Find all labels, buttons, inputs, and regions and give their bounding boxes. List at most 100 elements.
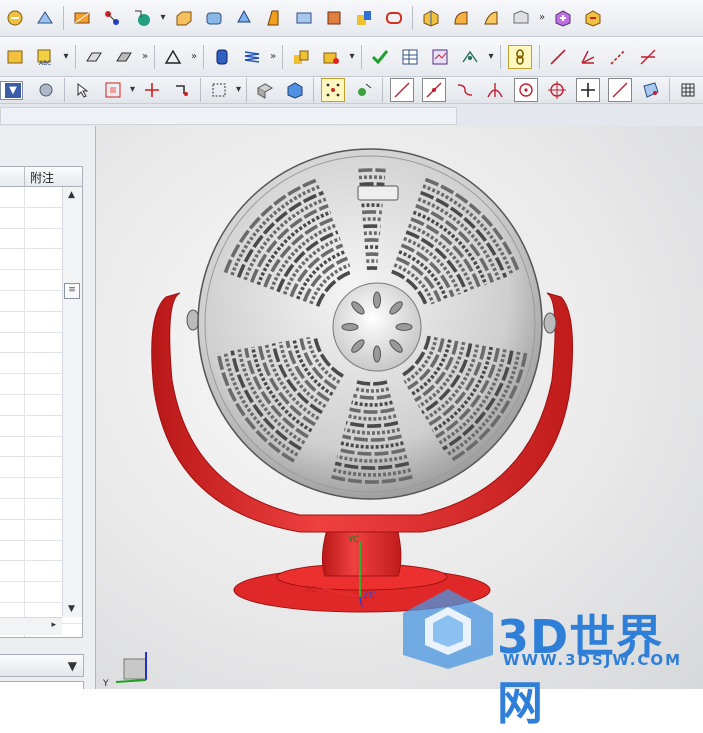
- point-snap-icon[interactable]: [321, 78, 345, 102]
- split-body-icon[interactable]: [320, 46, 342, 68]
- curve-point-icon[interactable]: [422, 78, 446, 102]
- hub-vent-slot: [374, 292, 381, 308]
- hub-vent-slot: [374, 346, 381, 362]
- more-arrow-icon[interactable]: ▾: [236, 86, 241, 94]
- toolbar-separator: [75, 45, 76, 69]
- point-icon[interactable]: [101, 7, 123, 29]
- revolve-icon[interactable]: [293, 7, 315, 29]
- trim-body-icon[interactable]: [290, 46, 312, 68]
- assembly-add-icon[interactable]: [552, 7, 574, 29]
- selection-filter-dropdown[interactable]: ▼: [0, 81, 23, 100]
- scroll-right-icon[interactable]: ▸: [51, 620, 56, 630]
- scroll-up-icon[interactable]: ▲: [68, 190, 75, 200]
- column-header-notes[interactable]: 附注: [30, 169, 54, 186]
- triad-x-axis: [116, 680, 146, 682]
- toolbar-separator: [313, 78, 314, 102]
- dashed-line-icon[interactable]: [607, 46, 629, 68]
- plus-point-icon[interactable]: [576, 78, 600, 102]
- navigator-vertical-scrollbar[interactable]: ▲ ≡ ▼: [62, 187, 82, 617]
- pocket-icon[interactable]: [383, 7, 405, 29]
- rotate-icon[interactable]: [141, 79, 163, 101]
- line-icon[interactable]: [547, 46, 569, 68]
- block-icon[interactable]: [173, 7, 195, 29]
- grid-icon[interactable]: [677, 79, 699, 101]
- center-point-icon[interactable]: [514, 78, 538, 102]
- hub-vent-slot: [396, 324, 412, 331]
- shaded-icon[interactable]: [254, 79, 276, 101]
- zoom-box-icon[interactable]: [208, 79, 230, 101]
- on-curve-icon[interactable]: [608, 78, 632, 102]
- toolbar-row-1: ▾ »: [0, 0, 703, 37]
- toolbar-separator: [200, 78, 201, 102]
- details-section-header[interactable]: ▼: [0, 654, 84, 677]
- edge-blend-icon[interactable]: [420, 7, 442, 29]
- cylinder-icon[interactable]: [203, 7, 225, 29]
- draft-icon[interactable]: [510, 7, 532, 29]
- more-arrow-icon[interactable]: ▾: [348, 53, 356, 61]
- end-point-icon[interactable]: [353, 79, 375, 101]
- analysis-icon[interactable]: [429, 46, 451, 68]
- datum-icon[interactable]: [34, 7, 56, 29]
- toolbar-separator: [282, 45, 283, 69]
- abc-note-icon[interactable]: ABC: [34, 46, 56, 68]
- navigator-horizontal-scrollbar[interactable]: ▸: [0, 617, 62, 635]
- mid-point-icon[interactable]: [390, 78, 414, 102]
- hole-icon[interactable]: [323, 7, 345, 29]
- more-arrow-icon[interactable]: ▾: [130, 86, 135, 94]
- quadrant-icon[interactable]: [546, 79, 568, 101]
- intersection-icon[interactable]: [454, 79, 476, 101]
- toolbar-row-3: ▼ ▾ ▾: [0, 77, 703, 104]
- curve-icon[interactable]: [131, 7, 153, 29]
- chain-link-icon[interactable]: [508, 45, 532, 69]
- snap-cursor-icon[interactable]: [72, 79, 94, 101]
- measure-icon[interactable]: [459, 46, 481, 68]
- scroll-thumb[interactable]: ≡: [64, 283, 80, 299]
- face-point-icon[interactable]: [640, 79, 662, 101]
- column-divider[interactable]: [24, 167, 25, 186]
- more-arrow-icon[interactable]: »: [141, 53, 149, 61]
- more-arrow-icon[interactable]: ▾: [62, 53, 70, 61]
- thicken-icon[interactable]: [113, 46, 135, 68]
- selection-filter-icon[interactable]: [284, 79, 306, 101]
- more-arrow-icon[interactable]: »: [190, 53, 198, 61]
- assembly-component-icon[interactable]: [582, 7, 604, 29]
- grille-slot: [358, 170, 385, 171]
- table-info-icon[interactable]: [399, 46, 421, 68]
- chevron-down-icon[interactable]: ▼: [68, 659, 77, 673]
- toolbar-separator: [154, 45, 155, 69]
- more-arrow-icon[interactable]: ▾: [159, 14, 167, 22]
- mesh-icon[interactable]: [211, 46, 233, 68]
- orient-view-icon[interactable]: [4, 7, 26, 29]
- more-arrow-icon[interactable]: ▾: [487, 53, 495, 61]
- text-stamp-icon[interactable]: [4, 46, 26, 68]
- render-style-icon[interactable]: [35, 79, 57, 101]
- chamfer-icon[interactable]: [450, 7, 472, 29]
- triangle-sketch-icon[interactable]: [162, 46, 184, 68]
- pivot-knob-right: [544, 313, 556, 333]
- check-geometry-icon[interactable]: [369, 46, 391, 68]
- sketch-icon[interactable]: [71, 7, 93, 29]
- plane-cross-icon[interactable]: [637, 46, 659, 68]
- sphere-icon[interactable]: [233, 7, 255, 29]
- dependencies-section-header[interactable]: [0, 681, 84, 689]
- boss-icon[interactable]: [353, 7, 375, 29]
- spring-icon[interactable]: [241, 46, 263, 68]
- more-arrow-icon[interactable]: »: [538, 14, 546, 22]
- axis-triad-icon[interactable]: [577, 46, 599, 68]
- pivot-knob-left: [187, 310, 199, 330]
- grille-handle: [358, 186, 398, 200]
- more-arrow-icon[interactable]: »: [269, 53, 277, 61]
- extrude-icon[interactable]: [263, 7, 285, 29]
- fit-view-icon[interactable]: [102, 79, 124, 101]
- navigator-column-header[interactable]: 附注: [0, 167, 82, 187]
- toolbar-separator: [203, 45, 204, 69]
- toolbar-separator: [361, 45, 362, 69]
- shell-icon[interactable]: [480, 7, 502, 29]
- grille-slot: [360, 184, 385, 185]
- tangent-icon[interactable]: [484, 79, 506, 101]
- scroll-down-icon[interactable]: ▼: [68, 604, 75, 614]
- offset-face-icon[interactable]: [83, 46, 105, 68]
- pan-icon[interactable]: [171, 79, 193, 101]
- toolbar-row-2: ABC ▾ » » » ▾ ▾: [0, 37, 703, 77]
- chevron-down-icon[interactable]: ▼: [5, 83, 21, 98]
